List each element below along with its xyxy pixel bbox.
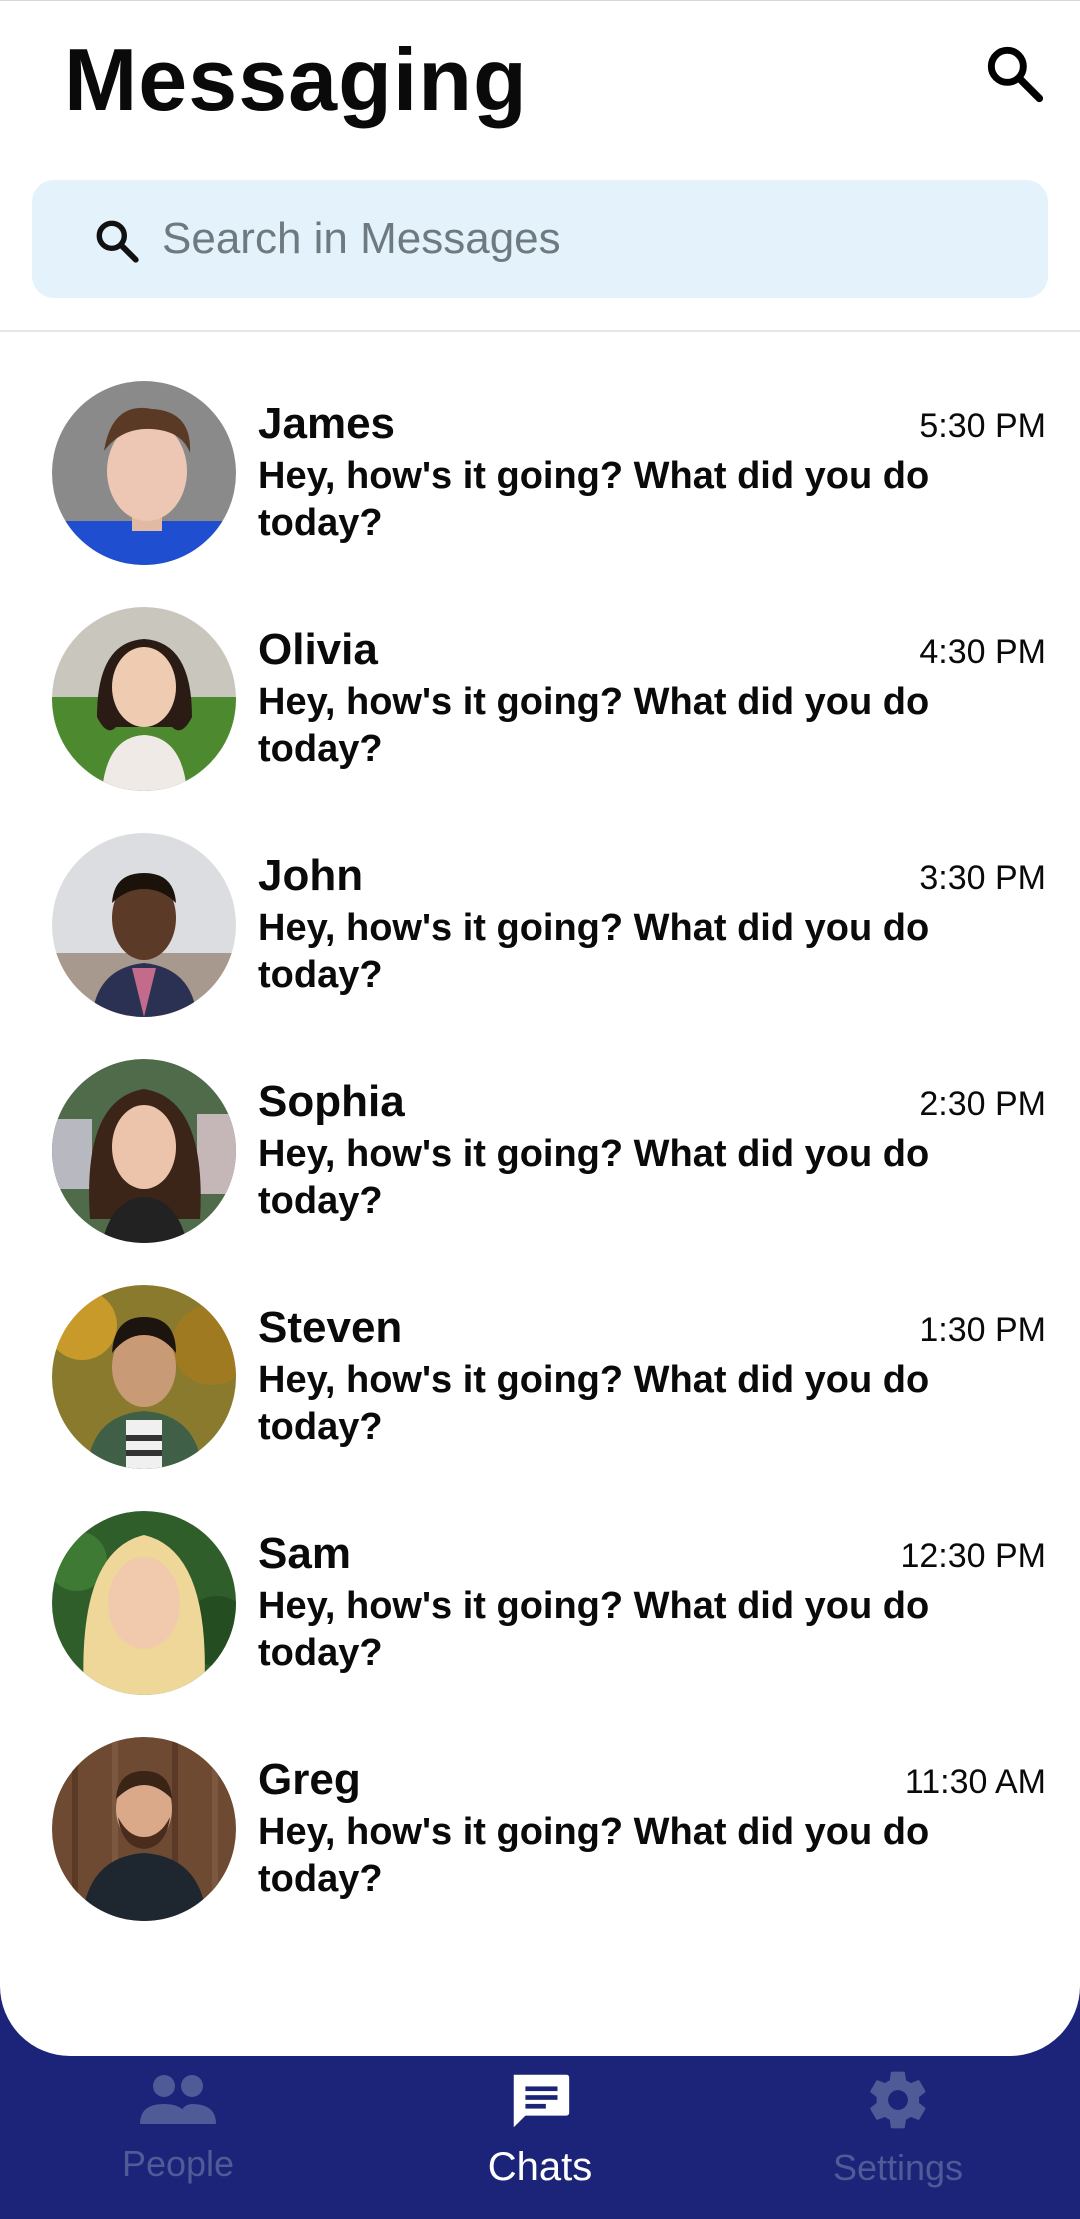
message-preview: Hey, how's it going? What did you do tod… <box>258 1811 930 1900</box>
contact-name: Sophia <box>258 1077 405 1126</box>
message-time: 12:30 PM <box>900 1537 1046 1575</box>
nav-chats-label: Chats <box>487 2145 593 2189</box>
chat-item-olivia[interactable]: Olivia 4:30 PM Hey, how's it going? What… <box>0 607 1080 833</box>
message-time: 11:30 AM <box>904 1763 1046 1801</box>
message-preview: Hey, how's it going? What did you do tod… <box>258 1133 930 1222</box>
nav-settings-label: Settings <box>832 2147 964 2188</box>
message-time: 3:30 PM <box>919 859 1046 897</box>
message-preview: Hey, how's it going? What did you do tod… <box>258 907 930 996</box>
people-icon <box>28 2066 328 2135</box>
avatar <box>52 1285 236 1469</box>
contact-name: Steven <box>258 1303 403 1352</box>
bottom-nav: People Chats Settings <box>0 2056 1080 2219</box>
nav-settings[interactable]: Settings <box>748 2066 1048 2216</box>
message-time: 5:30 PM <box>919 407 1046 445</box>
gear-icon <box>748 2066 1048 2139</box>
avatar <box>52 1737 236 1921</box>
chat-item-sophia[interactable]: Sophia 2:30 PM Hey, how's it going? What… <box>0 1059 1080 1285</box>
chat-item-greg[interactable]: Greg 11:30 AM Hey, how's it going? What … <box>0 1737 1080 1963</box>
search-icon[interactable] <box>982 41 1046 105</box>
search-input[interactable] <box>162 200 1022 278</box>
avatar <box>52 607 236 791</box>
search-icon <box>92 216 142 266</box>
avatar <box>52 1511 236 1695</box>
chat-item-john[interactable]: John 3:30 PM Hey, how's it going? What d… <box>0 833 1080 1059</box>
nav-chats[interactable]: Chats <box>390 2066 690 2216</box>
divider <box>0 330 1080 332</box>
message-time: 4:30 PM <box>919 633 1046 671</box>
message-preview: Hey, how's it going? What did you do tod… <box>258 681 930 770</box>
avatar <box>52 381 236 565</box>
avatar <box>52 833 236 1017</box>
message-time: 1:30 PM <box>919 1311 1046 1349</box>
search-bar[interactable] <box>32 180 1048 298</box>
message-time: 2:30 PM <box>919 1085 1046 1123</box>
content-area: Messaging Search in Messages James 5:30 … <box>0 0 1080 2056</box>
contact-name: James <box>258 399 396 448</box>
avatar <box>52 1059 236 1243</box>
message-preview: Hey, how's it going? What did you do tod… <box>258 1359 930 1448</box>
contact-name: Sam <box>258 1529 351 1578</box>
chat-item-sam[interactable]: Sam 12:30 PM Hey, how's it going? What d… <box>0 1511 1080 1737</box>
page-title: Messaging <box>64 30 528 129</box>
chat-bubble-icon <box>390 2066 690 2141</box>
chat-item-steven[interactable]: Steven 1:30 PM Hey, how's it going? What… <box>0 1285 1080 1511</box>
nav-people[interactable]: People <box>28 2066 328 2216</box>
app-screen: Messaging Search in Messages James 5:30 … <box>0 0 1080 2219</box>
chat-list: James 5:30 PM Hey, how's it going? What … <box>0 381 1080 1963</box>
message-preview: Hey, how's it going? What did you do tod… <box>258 1585 930 1674</box>
contact-name: John <box>258 851 364 900</box>
chat-item-james[interactable]: James 5:30 PM Hey, how's it going? What … <box>0 381 1080 607</box>
contact-name: Olivia <box>258 625 378 674</box>
nav-people-label: People <box>121 2143 235 2184</box>
message-preview: Hey, how's it going? What did you do tod… <box>258 455 930 544</box>
contact-name: Greg <box>258 1755 361 1804</box>
